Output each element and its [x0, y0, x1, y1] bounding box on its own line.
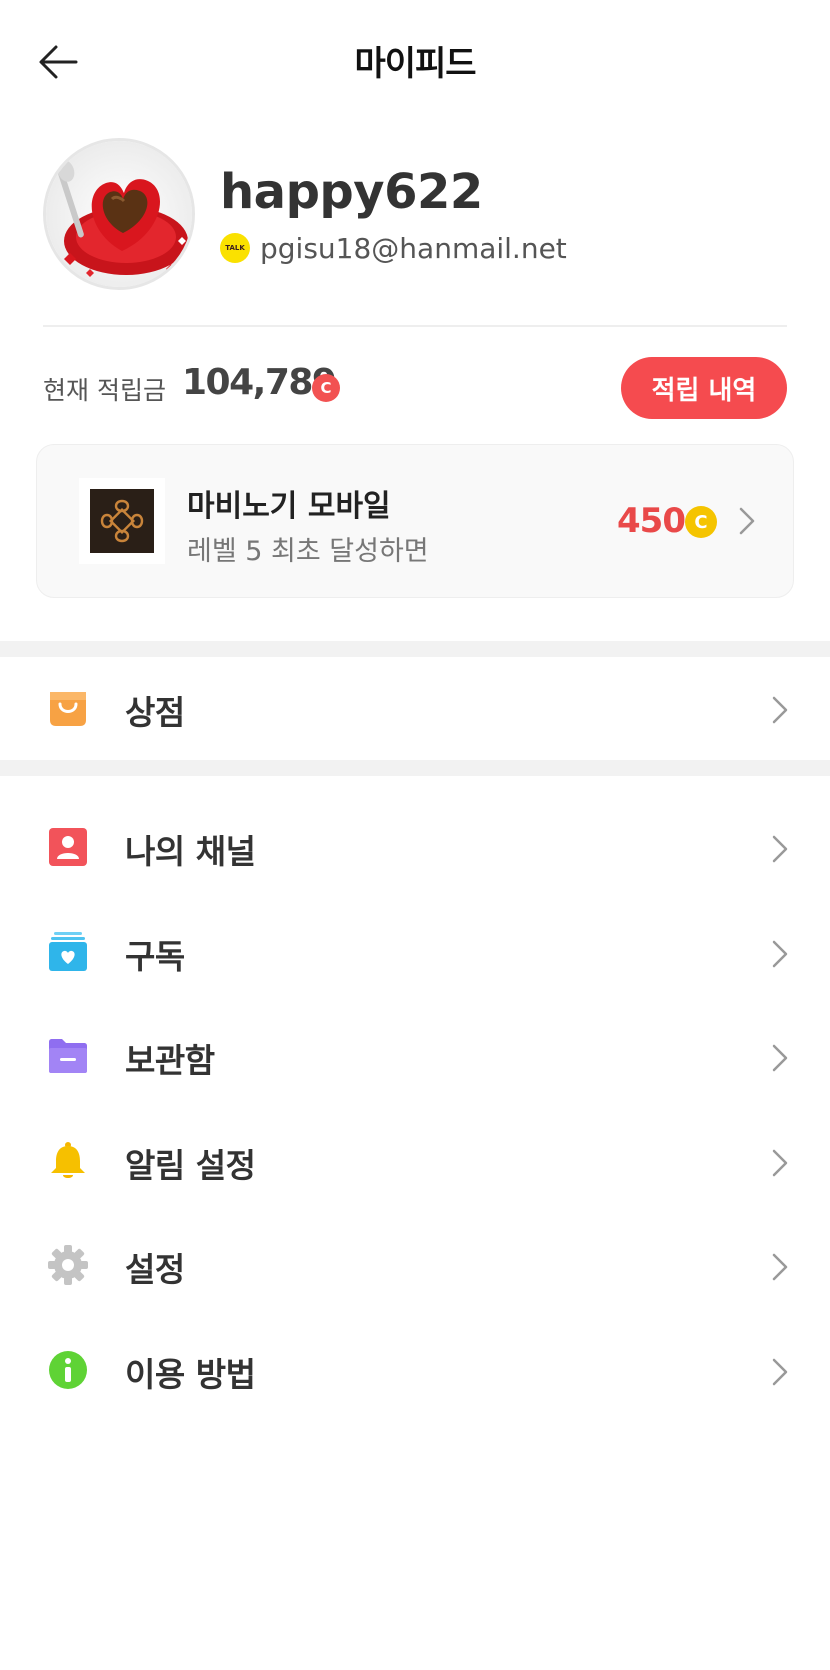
chevron-right-icon	[770, 936, 790, 976]
game-logo	[79, 478, 165, 564]
chevron-right-icon	[737, 503, 757, 543]
bell-icon	[48, 1141, 88, 1181]
menu-item-storage[interactable]: 보관함	[0, 1006, 830, 1106]
coin-icon: C	[685, 506, 717, 538]
chevron-right-icon	[770, 1249, 790, 1289]
divider	[43, 325, 787, 327]
gear-icon	[48, 1245, 88, 1285]
menu-label: 보관함	[125, 1041, 215, 1080]
menu-item-how-to-use[interactable]: 이용 방법	[0, 1320, 830, 1420]
menu-label: 설정	[125, 1250, 185, 1289]
promo-card[interactable]: 마비노기 모바일 레벨 5 최초 달성하면 450 C	[36, 444, 794, 598]
email: pgisu18@hanmail.net	[260, 231, 567, 265]
promo-subtitle: 레벨 5 최초 달성하면	[187, 536, 429, 567]
points-history-button[interactable]: 적립 내역	[621, 357, 787, 419]
header: 마이피드	[0, 0, 830, 120]
menu-item-shop[interactable]: 상점	[0, 658, 830, 758]
chevron-right-icon	[770, 692, 790, 732]
kakao-talk-icon: TALK	[220, 233, 250, 263]
menu-label: 상점	[125, 693, 185, 732]
coin-icon: C	[312, 374, 340, 402]
email-row: TALK pgisu18@hanmail.net	[220, 230, 567, 266]
info-icon	[48, 1350, 88, 1390]
folder-icon	[48, 1036, 88, 1076]
chevron-right-icon	[770, 1354, 790, 1394]
chevron-right-icon	[770, 1145, 790, 1185]
profile-section: happy622 TALK pgisu18@hanmail.net	[0, 120, 830, 325]
points-label: 현재 적립금	[43, 376, 166, 405]
menu-item-my-channel[interactable]: 나의 채널	[0, 797, 830, 897]
chevron-right-icon	[770, 831, 790, 871]
menu-label: 알림 설정	[125, 1146, 256, 1185]
chevron-right-icon	[770, 1040, 790, 1080]
menu-label: 이용 방법	[125, 1355, 256, 1394]
menu-label: 구독	[125, 937, 185, 976]
menu-item-notification-settings[interactable]: 알림 설정	[0, 1111, 830, 1211]
section-gap	[0, 641, 830, 657]
shopping-bag-icon	[48, 688, 88, 728]
promo-reward: 450	[617, 501, 686, 541]
avatar[interactable]	[43, 138, 195, 290]
username: happy622	[220, 164, 483, 220]
avatar-image	[46, 141, 192, 287]
mabinogi-logo-icon	[100, 499, 144, 543]
promo-title: 마비노기 모바일	[187, 489, 391, 524]
subscription-icon	[48, 932, 88, 972]
profile-card-icon	[48, 827, 88, 867]
menu-label: 나의 채널	[125, 832, 256, 871]
section-gap	[0, 760, 830, 776]
menu-item-settings[interactable]: 설정	[0, 1215, 830, 1315]
page-title: 마이피드	[354, 44, 476, 84]
menu-item-subscription[interactable]: 구독	[0, 902, 830, 1002]
